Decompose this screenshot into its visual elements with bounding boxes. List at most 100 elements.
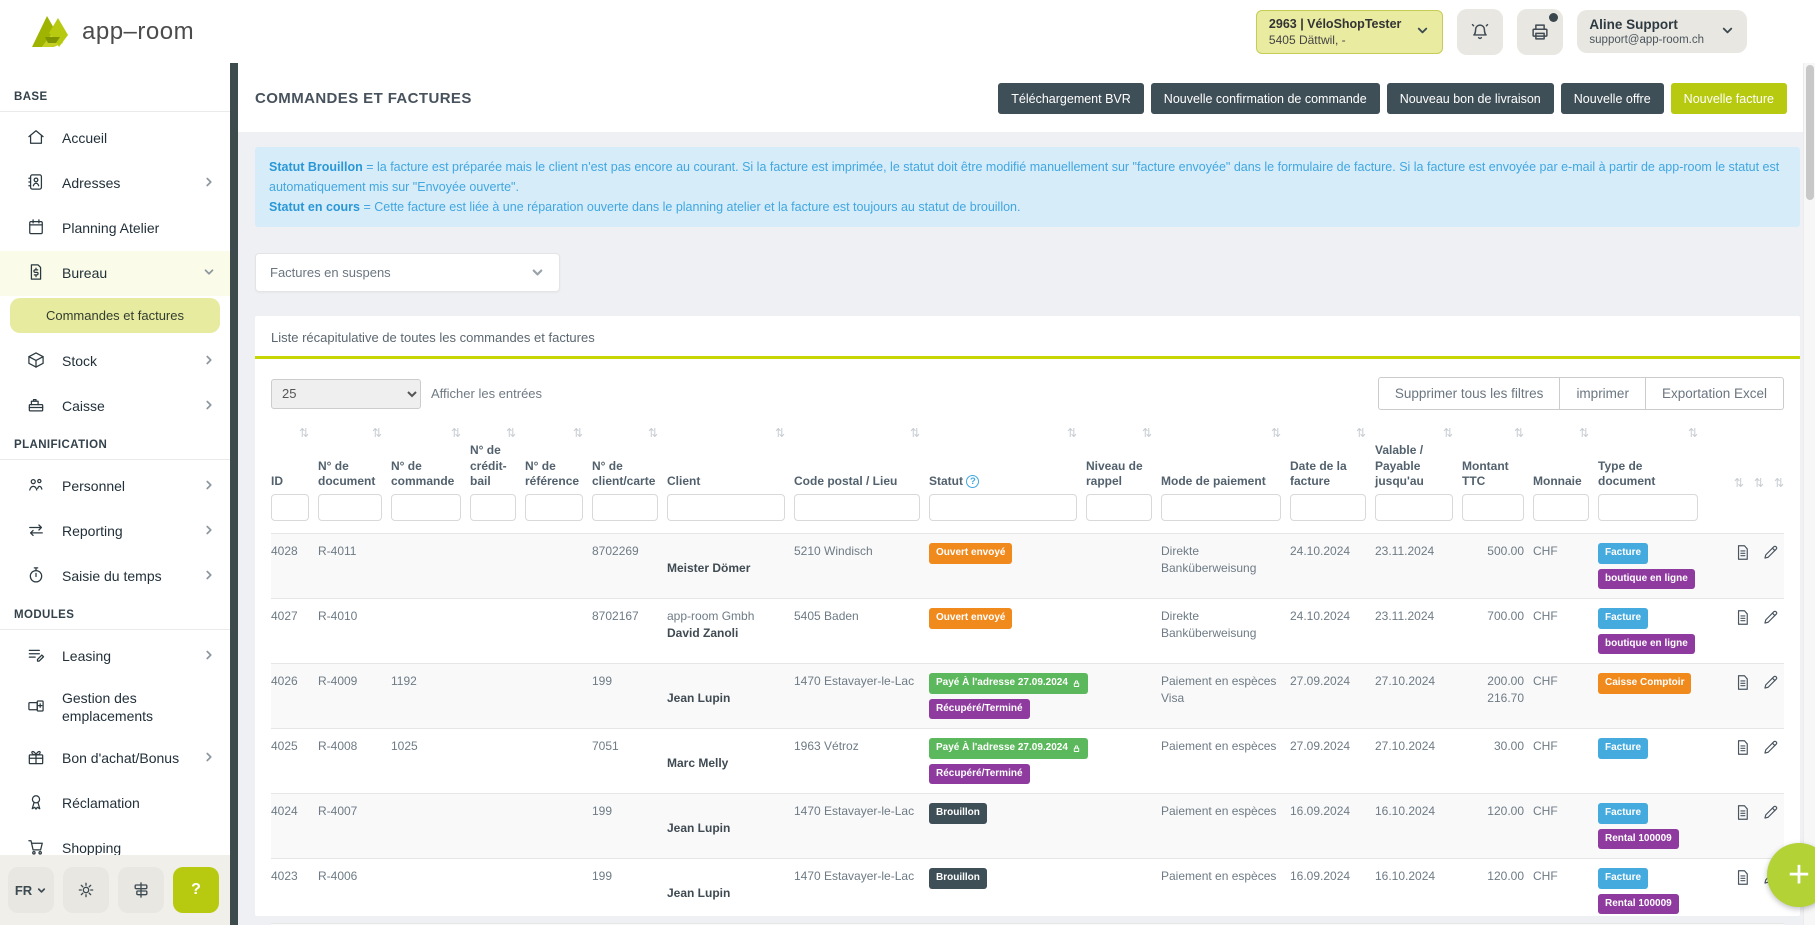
column-header-rappel[interactable]: ⇅Niveau de rappel: [1086, 424, 1152, 490]
edit-button[interactable]: [1761, 803, 1780, 825]
download-bvr-button[interactable]: Téléchargement BVR: [998, 83, 1144, 114]
column-header-doc[interactable]: ⇅N° de document: [318, 424, 382, 490]
filter-input-valable[interactable]: [1375, 494, 1453, 521]
filter-input-rappel[interactable]: [1086, 494, 1152, 521]
filter-input-date[interactable]: [1290, 494, 1366, 521]
sort-icon[interactable]: ⇅: [1774, 476, 1784, 490]
filter-input-paiement[interactable]: [1161, 494, 1281, 521]
sidebar-item-saisie-du-temps[interactable]: Saisie du temps: [0, 554, 230, 599]
sort-icon[interactable]: ⇅: [1142, 426, 1152, 440]
scrollbar-thumb[interactable]: [1806, 65, 1814, 200]
filter-input-credit[interactable]: [470, 494, 516, 521]
settings-button[interactable]: [63, 867, 109, 913]
sort-icon[interactable]: ⇅: [451, 426, 461, 440]
new-invoice-button[interactable]: Nouvelle facture: [1671, 83, 1787, 114]
edit-button[interactable]: [1761, 543, 1780, 565]
column-header-commande[interactable]: ⇅N° de commande: [391, 424, 461, 490]
sort-icon[interactable]: ⇅: [372, 426, 382, 440]
sidebar-item-gestion-des-emplacements[interactable]: Gestion des emplacements: [0, 679, 230, 736]
clear-filters-button[interactable]: Supprimer tous les filtres: [1378, 377, 1561, 410]
sidebar-item-caisse[interactable]: Caisse: [0, 384, 230, 429]
column-header-client_no[interactable]: ⇅N° de client/carte: [592, 424, 658, 490]
edit-button[interactable]: [1761, 738, 1780, 760]
sort-icon[interactable]: ⇅: [1067, 426, 1077, 440]
sidebar-item-leasing[interactable]: Leasing: [0, 634, 230, 679]
sort-icon[interactable]: ⇅: [1443, 426, 1453, 440]
column-header-credit[interactable]: ⇅N° de crédit-bail: [470, 424, 516, 490]
notifications-button[interactable]: [1457, 9, 1503, 55]
new-delivery-note-button[interactable]: Nouveau bon de livraison: [1387, 83, 1554, 114]
sort-icon[interactable]: ⇅: [910, 426, 920, 440]
sort-icon[interactable]: ⇅: [299, 426, 309, 440]
view-document-button[interactable]: [1733, 803, 1752, 825]
sidebar-item-adresses[interactable]: Adresses: [0, 161, 230, 206]
column-header-montant[interactable]: ⇅Montant TTC: [1462, 424, 1524, 490]
sort-icon[interactable]: ⇅: [1688, 426, 1698, 440]
user-email: support@app-room.ch: [1589, 34, 1704, 46]
view-document-button[interactable]: [1733, 868, 1752, 890]
pending-invoices-select[interactable]: Factures en suspens: [255, 253, 560, 292]
column-header-client[interactable]: ⇅Client: [667, 424, 785, 490]
filter-input-types[interactable]: [1598, 494, 1698, 521]
user-menu[interactable]: Aline Support support@app-room.ch: [1577, 10, 1747, 53]
sidebar-item-shopping[interactable]: Shopping: [0, 826, 230, 855]
sort-icon[interactable]: ⇅: [648, 426, 658, 440]
filter-input-commande[interactable]: [391, 494, 461, 521]
column-header-paiement[interactable]: ⇅Mode de paiement: [1161, 424, 1281, 490]
column-header-reference[interactable]: ⇅N° de référence: [525, 424, 583, 490]
filter-input-montant[interactable]: [1462, 494, 1524, 521]
sort-icon[interactable]: ⇅: [1271, 426, 1281, 440]
new-order-confirmation-button[interactable]: Nouvelle confirmation de commande: [1151, 83, 1380, 114]
filter-input-doc[interactable]: [318, 494, 382, 521]
sort-icon[interactable]: ⇅: [506, 426, 516, 440]
sort-icon[interactable]: ⇅: [1754, 476, 1764, 490]
printers-button[interactable]: [118, 867, 164, 913]
sidebar-item-stock[interactable]: Stock: [0, 339, 230, 384]
sort-icon[interactable]: ⇅: [1734, 476, 1744, 490]
shop-selector[interactable]: 2963 | VéloShopTester 5405 Dättwil, -: [1256, 10, 1443, 54]
sidebar-item-accueil[interactable]: Accueil: [0, 116, 230, 161]
new-offer-button[interactable]: Nouvelle offre: [1561, 83, 1664, 114]
edit-button[interactable]: [1761, 608, 1780, 630]
language-selector[interactable]: FR: [8, 867, 54, 913]
column-header-date[interactable]: ⇅Date de la facture: [1290, 424, 1366, 490]
sidebar-item-personnel[interactable]: Personnel: [0, 464, 230, 509]
filter-input-lieu[interactable]: [794, 494, 920, 521]
column-header-valable[interactable]: ⇅Valable / Payable jusqu'au: [1375, 424, 1453, 490]
filter-input-monnaie[interactable]: [1533, 494, 1589, 521]
sort-icon[interactable]: ⇅: [1356, 426, 1366, 440]
help-icon[interactable]: ?: [966, 475, 979, 488]
sort-icon[interactable]: ⇅: [1579, 426, 1589, 440]
filter-input-reference[interactable]: [525, 494, 583, 521]
sidebar-item-bon-d-achat-bonus[interactable]: Bon d'achat/Bonus: [0, 736, 230, 781]
column-header-statut[interactable]: ⇅Statut ?: [929, 424, 1077, 490]
excel-export-button[interactable]: Exportation Excel: [1646, 377, 1784, 410]
sidebar-item-bureau[interactable]: Bureau: [0, 251, 230, 296]
print-queue-button[interactable]: [1517, 9, 1563, 55]
sort-icon[interactable]: ⇅: [775, 426, 785, 440]
sidebar-item-commandes-et-factures[interactable]: Commandes et factures: [10, 298, 220, 333]
sidebar-item-planning-atelier[interactable]: Planning Atelier: [0, 206, 230, 251]
page-scrollbar[interactable]: [1803, 63, 1815, 925]
help-button[interactable]: ?: [173, 867, 219, 913]
column-header-lieu[interactable]: ⇅Code postal / Lieu: [794, 424, 920, 490]
view-document-button[interactable]: [1733, 543, 1752, 565]
filter-input-statut[interactable]: [929, 494, 1077, 521]
column-header-actions[interactable]: ⇅ ⇅ ⇅: [1707, 424, 1784, 490]
view-document-button[interactable]: [1733, 673, 1752, 695]
edit-button[interactable]: [1761, 673, 1780, 695]
entries-per-page-select[interactable]: 25: [271, 379, 421, 409]
column-header-types[interactable]: ⇅Type de document: [1598, 424, 1698, 490]
filter-input-id[interactable]: [271, 494, 309, 521]
sort-icon[interactable]: ⇅: [1514, 426, 1524, 440]
sidebar-item-reporting[interactable]: Reporting: [0, 509, 230, 554]
sidebar-item-r-clamation[interactable]: Réclamation: [0, 781, 230, 826]
sort-icon[interactable]: ⇅: [573, 426, 583, 440]
column-header-monnaie[interactable]: ⇅Monnaie: [1533, 424, 1589, 490]
view-document-button[interactable]: [1733, 608, 1752, 630]
filter-input-client[interactable]: [667, 494, 785, 521]
view-document-button[interactable]: [1733, 738, 1752, 760]
filter-input-client_no[interactable]: [592, 494, 658, 521]
column-header-id[interactable]: ⇅ID: [271, 424, 309, 490]
print-button[interactable]: imprimer: [1560, 377, 1646, 410]
